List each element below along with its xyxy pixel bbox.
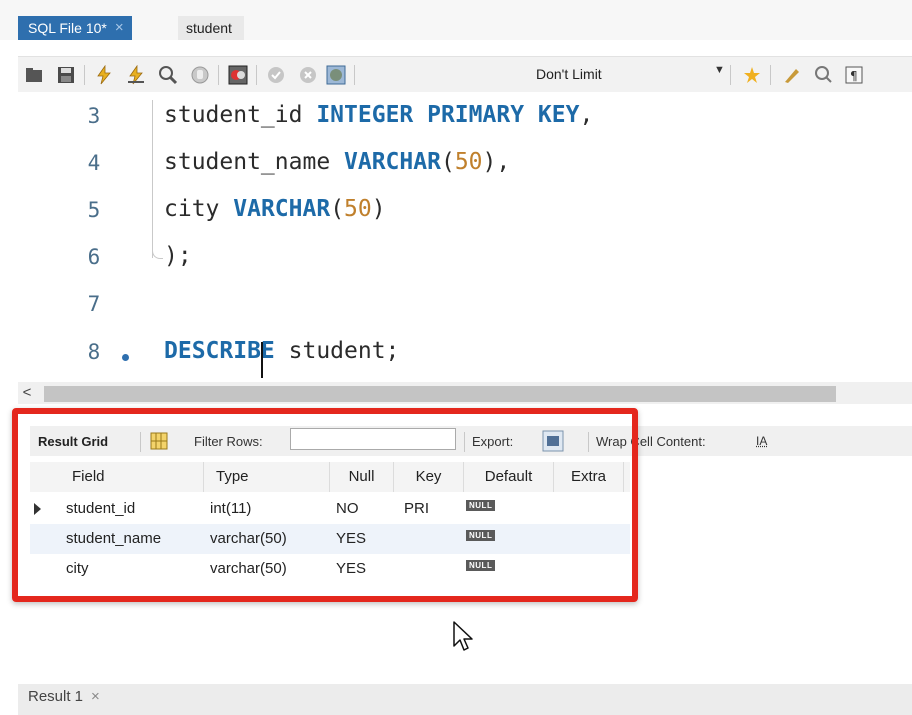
scroll-left-arrow-icon[interactable]: < [18,384,36,402]
text-caret [261,342,263,378]
tab-sql-file[interactable]: SQL File 10* × [18,16,132,40]
invisible-chars-icon[interactable]: ¶ [844,65,864,85]
code-line: student_id INTEGER PRIMARY KEY, [164,102,594,128]
statement-marker-icon [122,354,129,361]
code-line: DESCRIBE student; [164,338,400,364]
editor-tab-bar [0,0,912,40]
execute-selection-icon[interactable] [126,65,146,85]
fold-guide [152,100,153,258]
open-folder-icon[interactable] [24,65,44,85]
autocommit-icon[interactable] [326,65,346,85]
highlight-box [12,408,638,602]
code-line: city VARCHAR(50) [164,196,386,222]
sql-editor[interactable]: 3 4 5 6 7 8 student_id INTEGER PRIMARY K… [18,92,912,382]
result-tab[interactable]: Result 1 × [28,688,100,705]
rollback-icon[interactable] [298,65,318,85]
explain-icon[interactable] [158,65,178,85]
line-number: 7 [87,292,101,316]
line-number: 6 [87,245,101,269]
svg-text:¶: ¶ [850,69,858,83]
line-number: 5 [87,198,101,222]
sql-editor-toolbar: Don't Limit ▼ ¶ [18,56,912,94]
chevron-down-icon[interactable]: ▼ [714,64,725,76]
commit-icon[interactable] [266,65,286,85]
wrap-cell-icon[interactable]: IA [756,434,767,448]
save-icon[interactable] [56,65,76,85]
tab-student[interactable]: student [178,16,244,40]
fold-guide-end [152,248,163,259]
execute-icon[interactable] [94,65,114,85]
find-icon[interactable] [782,65,802,85]
tab-close-icon[interactable]: × [115,16,124,40]
beautify-icon[interactable] [742,65,762,85]
search-icon[interactable] [814,65,834,85]
stop-icon[interactable] [190,65,210,85]
mouse-cursor-icon [453,621,473,651]
code-line: ); [164,243,192,269]
tab-label: SQL File 10* [28,20,107,36]
result-tabs-bar [18,684,912,715]
result-tab-label: Result 1 [28,688,84,705]
line-number: 8 [87,340,101,364]
horizontal-scrollbar[interactable]: < [18,382,912,404]
line-number: 4 [87,151,101,175]
scrollbar-thumb[interactable] [44,386,836,402]
code-line: student_name VARCHAR(50), [164,149,511,175]
line-number: 3 [87,104,101,128]
limit-rows-select[interactable]: Don't Limit [536,66,602,82]
toggle-error-icon[interactable] [228,65,248,85]
close-icon[interactable]: × [91,688,100,705]
